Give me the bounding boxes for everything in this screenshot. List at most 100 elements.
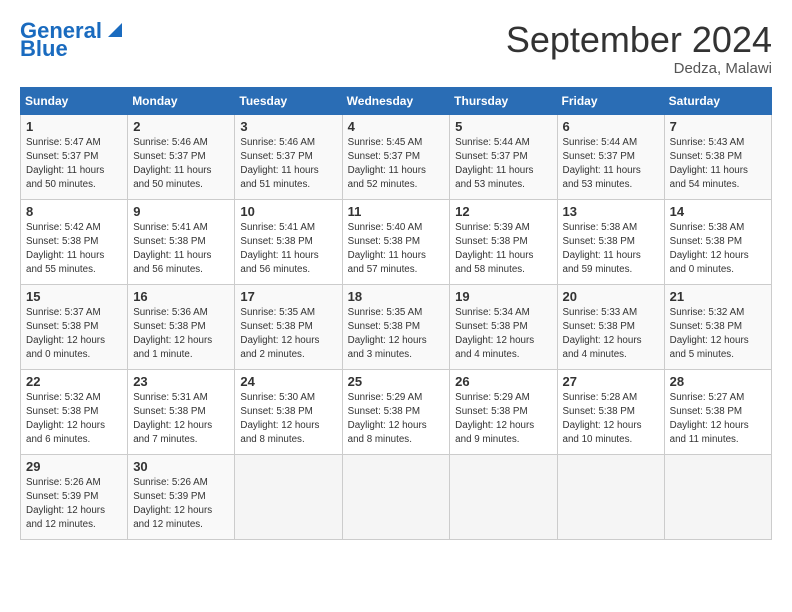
- day-info: Sunrise: 5:36 AMSunset: 5:38 PMDaylight:…: [133, 307, 212, 361]
- day-info: Sunrise: 5:28 AMSunset: 5:38 PMDaylight:…: [563, 392, 642, 446]
- calendar-day-cell: 12 Sunrise: 5:39 AMSunset: 5:38 PMDaylig…: [450, 199, 557, 284]
- day-number: 17: [240, 289, 336, 304]
- day-number: 13: [563, 204, 659, 219]
- day-info: Sunrise: 5:33 AMSunset: 5:38 PMDaylight:…: [563, 307, 642, 361]
- day-number: 8: [26, 204, 122, 219]
- calendar-week-row: 29 Sunrise: 5:26 AMSunset: 5:39 PMDaylig…: [21, 454, 772, 539]
- day-info: Sunrise: 5:30 AMSunset: 5:38 PMDaylight:…: [240, 392, 319, 446]
- day-number: 30: [133, 459, 229, 474]
- day-of-week-header: Monday: [128, 87, 235, 114]
- calendar-day-cell: 19 Sunrise: 5:34 AMSunset: 5:38 PMDaylig…: [450, 284, 557, 369]
- day-number: 28: [670, 374, 766, 389]
- calendar-day-cell: 7 Sunrise: 5:43 AMSunset: 5:38 PMDayligh…: [664, 114, 771, 199]
- calendar-week-row: 15 Sunrise: 5:37 AMSunset: 5:38 PMDaylig…: [21, 284, 772, 369]
- day-number: 22: [26, 374, 122, 389]
- day-number: 23: [133, 374, 229, 389]
- day-info: Sunrise: 5:31 AMSunset: 5:38 PMDaylight:…: [133, 392, 212, 446]
- day-number: 27: [563, 374, 659, 389]
- day-number: 24: [240, 374, 336, 389]
- calendar-day-cell: 20 Sunrise: 5:33 AMSunset: 5:38 PMDaylig…: [557, 284, 664, 369]
- day-number: 4: [348, 119, 445, 134]
- page-header: General Blue September 2024 Dedza, Malaw…: [20, 20, 772, 77]
- day-number: 10: [240, 204, 336, 219]
- calendar-day-cell: [557, 454, 664, 539]
- day-of-week-header: Sunday: [21, 87, 128, 114]
- day-info: Sunrise: 5:26 AMSunset: 5:39 PMDaylight:…: [26, 477, 105, 531]
- logo-arrow-icon: [104, 19, 124, 39]
- logo-blue: Blue: [20, 38, 68, 60]
- calendar-week-row: 1 Sunrise: 5:47 AMSunset: 5:37 PMDayligh…: [21, 114, 772, 199]
- calendar-day-cell: 24 Sunrise: 5:30 AMSunset: 5:38 PMDaylig…: [235, 369, 342, 454]
- day-info: Sunrise: 5:32 AMSunset: 5:38 PMDaylight:…: [26, 392, 105, 446]
- day-info: Sunrise: 5:39 AMSunset: 5:38 PMDaylight:…: [455, 222, 533, 276]
- calendar-day-cell: 10 Sunrise: 5:41 AMSunset: 5:38 PMDaylig…: [235, 199, 342, 284]
- day-of-week-header: Saturday: [664, 87, 771, 114]
- day-number: 9: [133, 204, 229, 219]
- day-number: 2: [133, 119, 229, 134]
- day-number: 3: [240, 119, 336, 134]
- calendar-day-cell: 16 Sunrise: 5:36 AMSunset: 5:38 PMDaylig…: [128, 284, 235, 369]
- calendar-day-cell: 13 Sunrise: 5:38 AMSunset: 5:38 PMDaylig…: [557, 199, 664, 284]
- calendar-day-cell: 26 Sunrise: 5:29 AMSunset: 5:38 PMDaylig…: [450, 369, 557, 454]
- day-info: Sunrise: 5:41 AMSunset: 5:38 PMDaylight:…: [240, 222, 318, 276]
- calendar-day-cell: 30 Sunrise: 5:26 AMSunset: 5:39 PMDaylig…: [128, 454, 235, 539]
- logo: General Blue: [20, 20, 124, 60]
- day-info: Sunrise: 5:29 AMSunset: 5:38 PMDaylight:…: [455, 392, 534, 446]
- day-number: 21: [670, 289, 766, 304]
- day-info: Sunrise: 5:45 AMSunset: 5:37 PMDaylight:…: [348, 137, 426, 191]
- calendar-day-cell: 1 Sunrise: 5:47 AMSunset: 5:37 PMDayligh…: [21, 114, 128, 199]
- day-number: 29: [26, 459, 122, 474]
- day-number: 16: [133, 289, 229, 304]
- day-info: Sunrise: 5:29 AMSunset: 5:38 PMDaylight:…: [348, 392, 427, 446]
- day-info: Sunrise: 5:37 AMSunset: 5:38 PMDaylight:…: [26, 307, 105, 361]
- location: Dedza, Malawi: [506, 60, 772, 77]
- calendar-day-cell: 4 Sunrise: 5:45 AMSunset: 5:37 PMDayligh…: [342, 114, 450, 199]
- calendar-day-cell: [342, 454, 450, 539]
- day-number: 19: [455, 289, 551, 304]
- calendar-day-cell: 8 Sunrise: 5:42 AMSunset: 5:38 PMDayligh…: [21, 199, 128, 284]
- day-info: Sunrise: 5:46 AMSunset: 5:37 PMDaylight:…: [133, 137, 211, 191]
- day-info: Sunrise: 5:46 AMSunset: 5:37 PMDaylight:…: [240, 137, 318, 191]
- day-number: 26: [455, 374, 551, 389]
- day-info: Sunrise: 5:43 AMSunset: 5:38 PMDaylight:…: [670, 137, 748, 191]
- calendar-day-cell: 9 Sunrise: 5:41 AMSunset: 5:38 PMDayligh…: [128, 199, 235, 284]
- calendar-day-cell: 21 Sunrise: 5:32 AMSunset: 5:38 PMDaylig…: [664, 284, 771, 369]
- calendar-day-cell: 15 Sunrise: 5:37 AMSunset: 5:38 PMDaylig…: [21, 284, 128, 369]
- calendar-day-cell: 2 Sunrise: 5:46 AMSunset: 5:37 PMDayligh…: [128, 114, 235, 199]
- calendar-day-cell: 5 Sunrise: 5:44 AMSunset: 5:37 PMDayligh…: [450, 114, 557, 199]
- day-info: Sunrise: 5:26 AMSunset: 5:39 PMDaylight:…: [133, 477, 212, 531]
- month-title: September 2024: [506, 20, 772, 60]
- day-number: 12: [455, 204, 551, 219]
- day-number: 5: [455, 119, 551, 134]
- day-number: 14: [670, 204, 766, 219]
- calendar-day-cell: 3 Sunrise: 5:46 AMSunset: 5:37 PMDayligh…: [235, 114, 342, 199]
- calendar-day-cell: [235, 454, 342, 539]
- calendar-day-cell: 29 Sunrise: 5:26 AMSunset: 5:39 PMDaylig…: [21, 454, 128, 539]
- day-of-week-header: Thursday: [450, 87, 557, 114]
- day-number: 6: [563, 119, 659, 134]
- calendar-table: SundayMondayTuesdayWednesdayThursdayFrid…: [20, 87, 772, 540]
- day-info: Sunrise: 5:44 AMSunset: 5:37 PMDaylight:…: [455, 137, 533, 191]
- day-info: Sunrise: 5:44 AMSunset: 5:37 PMDaylight:…: [563, 137, 641, 191]
- day-number: 11: [348, 204, 445, 219]
- calendar-day-cell: 25 Sunrise: 5:29 AMSunset: 5:38 PMDaylig…: [342, 369, 450, 454]
- calendar-day-cell: 28 Sunrise: 5:27 AMSunset: 5:38 PMDaylig…: [664, 369, 771, 454]
- day-info: Sunrise: 5:38 AMSunset: 5:38 PMDaylight:…: [563, 222, 641, 276]
- calendar-week-row: 8 Sunrise: 5:42 AMSunset: 5:38 PMDayligh…: [21, 199, 772, 284]
- day-number: 1: [26, 119, 122, 134]
- day-info: Sunrise: 5:47 AMSunset: 5:37 PMDaylight:…: [26, 137, 104, 191]
- day-of-week-header: Friday: [557, 87, 664, 114]
- calendar-day-cell: 11 Sunrise: 5:40 AMSunset: 5:38 PMDaylig…: [342, 199, 450, 284]
- day-info: Sunrise: 5:38 AMSunset: 5:38 PMDaylight:…: [670, 222, 749, 276]
- day-info: Sunrise: 5:42 AMSunset: 5:38 PMDaylight:…: [26, 222, 104, 276]
- day-number: 18: [348, 289, 445, 304]
- calendar-day-cell: 23 Sunrise: 5:31 AMSunset: 5:38 PMDaylig…: [128, 369, 235, 454]
- day-number: 15: [26, 289, 122, 304]
- day-of-week-header: Tuesday: [235, 87, 342, 114]
- calendar-day-cell: 17 Sunrise: 5:35 AMSunset: 5:38 PMDaylig…: [235, 284, 342, 369]
- day-info: Sunrise: 5:35 AMSunset: 5:38 PMDaylight:…: [348, 307, 427, 361]
- day-number: 20: [563, 289, 659, 304]
- calendar-day-cell: 6 Sunrise: 5:44 AMSunset: 5:37 PMDayligh…: [557, 114, 664, 199]
- day-number: 7: [670, 119, 766, 134]
- calendar-header-row: SundayMondayTuesdayWednesdayThursdayFrid…: [21, 87, 772, 114]
